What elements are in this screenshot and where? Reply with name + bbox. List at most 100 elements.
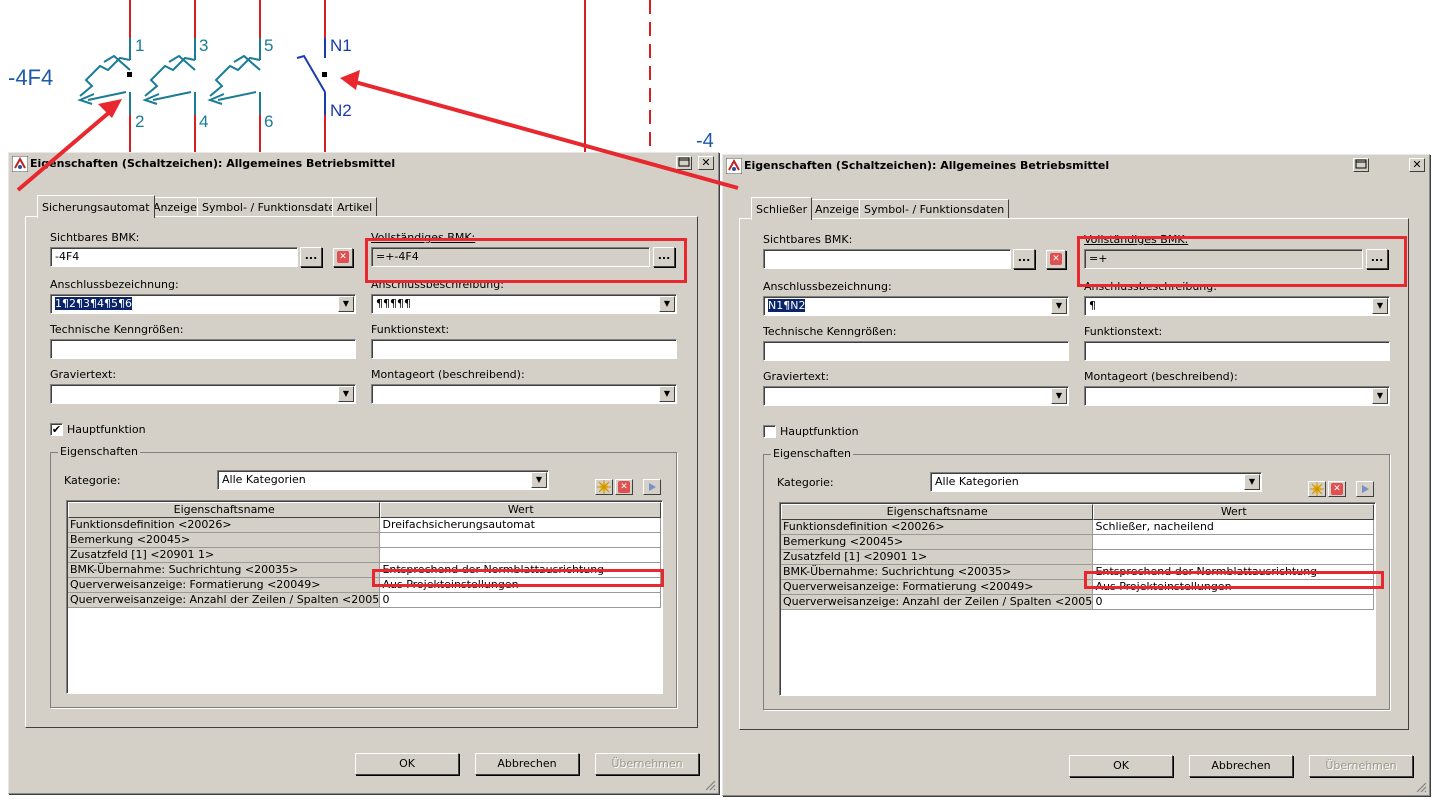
terminal-label: 5	[264, 36, 273, 55]
chevron-down-icon[interactable]: ▼	[1051, 298, 1067, 314]
property-name: Querverweisanzeige: Anzahl der Zeilen / …	[781, 595, 1094, 610]
technische-kenngroessen-input[interactable]	[50, 339, 356, 359]
resize-grip-icon[interactable]	[1415, 781, 1427, 793]
tab-artikel[interactable]: Artikel	[332, 197, 378, 217]
ok-button[interactable]: OK	[355, 753, 459, 775]
new-property-button[interactable]	[1308, 481, 1326, 497]
label-graviertext: Graviertext:	[50, 368, 117, 381]
device-label-2: -4	[696, 130, 714, 152]
table-row[interactable]: Querverweisanzeige: Anzahl der Zeilen / …	[781, 595, 1374, 610]
chevron-down-icon[interactable]: ▼	[338, 386, 354, 402]
terminal-label: 2	[135, 112, 144, 131]
anschlussbeschreibung-value: ¶¶¶¶¶	[376, 297, 411, 310]
label-technische-kenngroessen: Technische Kenngrößen:	[50, 323, 184, 336]
sichtbares-bmk-input[interactable]	[763, 249, 1011, 269]
dialog-title: Eigenschaften (Schaltzeichen): Allgemein…	[30, 157, 396, 170]
table-row[interactable]: Bemerkung <20045>	[68, 533, 661, 548]
tab-anzeige[interactable]: Anzeige	[148, 197, 202, 217]
label-anschlussbezeichnung: Anschlussbezeichnung:	[50, 278, 179, 291]
column-header[interactable]: Eigenschaftsname	[68, 502, 381, 518]
montageort-combo[interactable]: ▼	[371, 384, 677, 404]
chevron-down-icon[interactable]: ▼	[659, 296, 675, 312]
sichtbares-bmk-input[interactable]: -4F4	[50, 247, 298, 267]
play-icon	[1362, 485, 1369, 493]
table-row[interactable]: Zusatzfeld [1] <20901 1>	[68, 548, 661, 563]
chevron-down-icon[interactable]: ▼	[1372, 298, 1388, 314]
kategorie-combo[interactable]: Alle Kategorien ▼	[217, 470, 549, 490]
chevron-down-icon[interactable]: ▼	[1051, 388, 1067, 404]
chevron-down-icon[interactable]: ▼	[659, 386, 675, 402]
chevron-down-icon[interactable]: ▼	[338, 296, 354, 312]
cancel-button[interactable]: Abbrechen	[1189, 755, 1293, 777]
properties-table[interactable]: Eigenschaftsname Wert Funktionsdefinitio…	[779, 502, 1376, 696]
sparkle-icon	[1310, 482, 1324, 496]
sichtbares-bmk-browse-button[interactable]: ...	[1013, 249, 1035, 269]
column-header[interactable]: Wert	[1093, 504, 1374, 520]
funktionstext-input[interactable]	[371, 339, 677, 359]
table-row[interactable]: Querverweisanzeige: Anzahl der Zeilen / …	[68, 593, 661, 608]
anschlussbeschreibung-combo[interactable]: ¶ ▼	[1084, 296, 1390, 316]
graviertext-combo[interactable]: ▼	[763, 386, 1069, 406]
circuit-breaker-symbol	[77, 38, 261, 115]
table-row[interactable]: Zusatzfeld [1] <20901 1>	[781, 550, 1374, 565]
hauptfunktion-checkbox[interactable]	[763, 425, 776, 438]
table-row[interactable]: Funktionsdefinition <20026> Schließer, n…	[781, 520, 1374, 535]
column-header[interactable]: Wert	[380, 502, 661, 518]
tab-sicherungsautomat[interactable]: Sicherungsautomat	[37, 195, 155, 218]
tab-anzeige[interactable]: Anzeige	[810, 199, 864, 219]
highlight-box-left-suchrichtung	[372, 569, 664, 587]
tab-symbol-funktionsdaten[interactable]: Symbol- / Funktionsdaten	[197, 197, 348, 217]
kategorie-value: Alle Kategorien	[935, 475, 1019, 488]
funktionstext-input[interactable]	[1084, 341, 1390, 361]
sichtbares-bmk-delete-button[interactable]: ✕	[1046, 250, 1066, 269]
sichtbares-bmk-browse-button[interactable]: ...	[300, 247, 322, 267]
chevron-down-icon[interactable]: ▼	[1244, 474, 1260, 490]
property-value[interactable]: Dreifachsicherungsautomat	[380, 518, 661, 533]
cancel-button[interactable]: Abbrechen	[475, 753, 579, 775]
device-label: -4F4	[8, 65, 53, 90]
label-hauptfunktion: Hauptfunktion	[67, 423, 146, 436]
restore-icon[interactable]	[1353, 158, 1369, 172]
play-button[interactable]	[643, 479, 661, 495]
tab-schliesser[interactable]: Schließer	[751, 197, 813, 220]
close-icon[interactable]: ✕	[1409, 158, 1425, 172]
graviertext-combo[interactable]: ▼	[50, 384, 356, 404]
sichtbares-bmk-delete-button[interactable]: ✕	[333, 248, 353, 267]
terminal-label: 4	[199, 112, 208, 131]
anschlussbezeichnung-combo[interactable]: N1¶N2 ▼	[763, 296, 1069, 316]
column-header[interactable]: Eigenschaftsname	[781, 504, 1094, 520]
chevron-down-icon[interactable]: ▼	[1372, 388, 1388, 404]
property-value[interactable]	[380, 548, 661, 563]
anschlussbezeichnung-combo[interactable]: 1¶2¶3¶4¶5¶6 ▼	[50, 294, 356, 314]
property-value[interactable]	[380, 533, 661, 548]
ok-button[interactable]: OK	[1069, 755, 1173, 777]
kategorie-combo[interactable]: Alle Kategorien ▼	[930, 472, 1262, 492]
new-property-button[interactable]	[595, 479, 613, 495]
label-hauptfunktion: Hauptfunktion	[780, 425, 859, 438]
highlight-box-right-vollstaendiges-bmk	[1077, 236, 1407, 287]
property-value[interactable]: 0	[1093, 595, 1374, 610]
property-value[interactable]	[1093, 535, 1374, 550]
property-value[interactable]	[1093, 550, 1374, 565]
label-montageort: Montageort (beschreibend):	[1084, 370, 1238, 383]
restore-icon[interactable]	[676, 156, 692, 170]
table-row[interactable]: Bemerkung <20045>	[781, 535, 1374, 550]
anschlussbeschreibung-combo[interactable]: ¶¶¶¶¶ ▼	[371, 294, 677, 314]
apply-button: Übernehmen	[1309, 755, 1413, 777]
delete-property-button[interactable]: ✕	[1328, 481, 1346, 497]
delete-property-button[interactable]: ✕	[615, 479, 633, 495]
play-button[interactable]	[1356, 481, 1374, 497]
close-icon[interactable]: ✕	[698, 156, 714, 170]
title-bar[interactable]: Eigenschaften (Schaltzeichen): Allgemein…	[11, 155, 716, 173]
properties-table[interactable]: Eigenschaftsname Wert Funktionsdefinitio…	[66, 500, 663, 694]
montageort-combo[interactable]: ▼	[1084, 386, 1390, 406]
property-value[interactable]: 0	[380, 593, 661, 608]
resize-grip-icon[interactable]	[704, 779, 716, 791]
title-bar[interactable]: Eigenschaften (Schaltzeichen): Allgemein…	[725, 157, 1427, 175]
hauptfunktion-checkbox[interactable]: ✔	[50, 423, 63, 436]
table-row[interactable]: Funktionsdefinition <20026> Dreifachsich…	[68, 518, 661, 533]
technische-kenngroessen-input[interactable]	[763, 341, 1069, 361]
chevron-down-icon[interactable]: ▼	[531, 472, 547, 488]
tab-symbol-funktionsdaten[interactable]: Symbol- / Funktionsdaten	[859, 199, 1010, 219]
property-value[interactable]: Schließer, nacheilend	[1093, 520, 1374, 535]
